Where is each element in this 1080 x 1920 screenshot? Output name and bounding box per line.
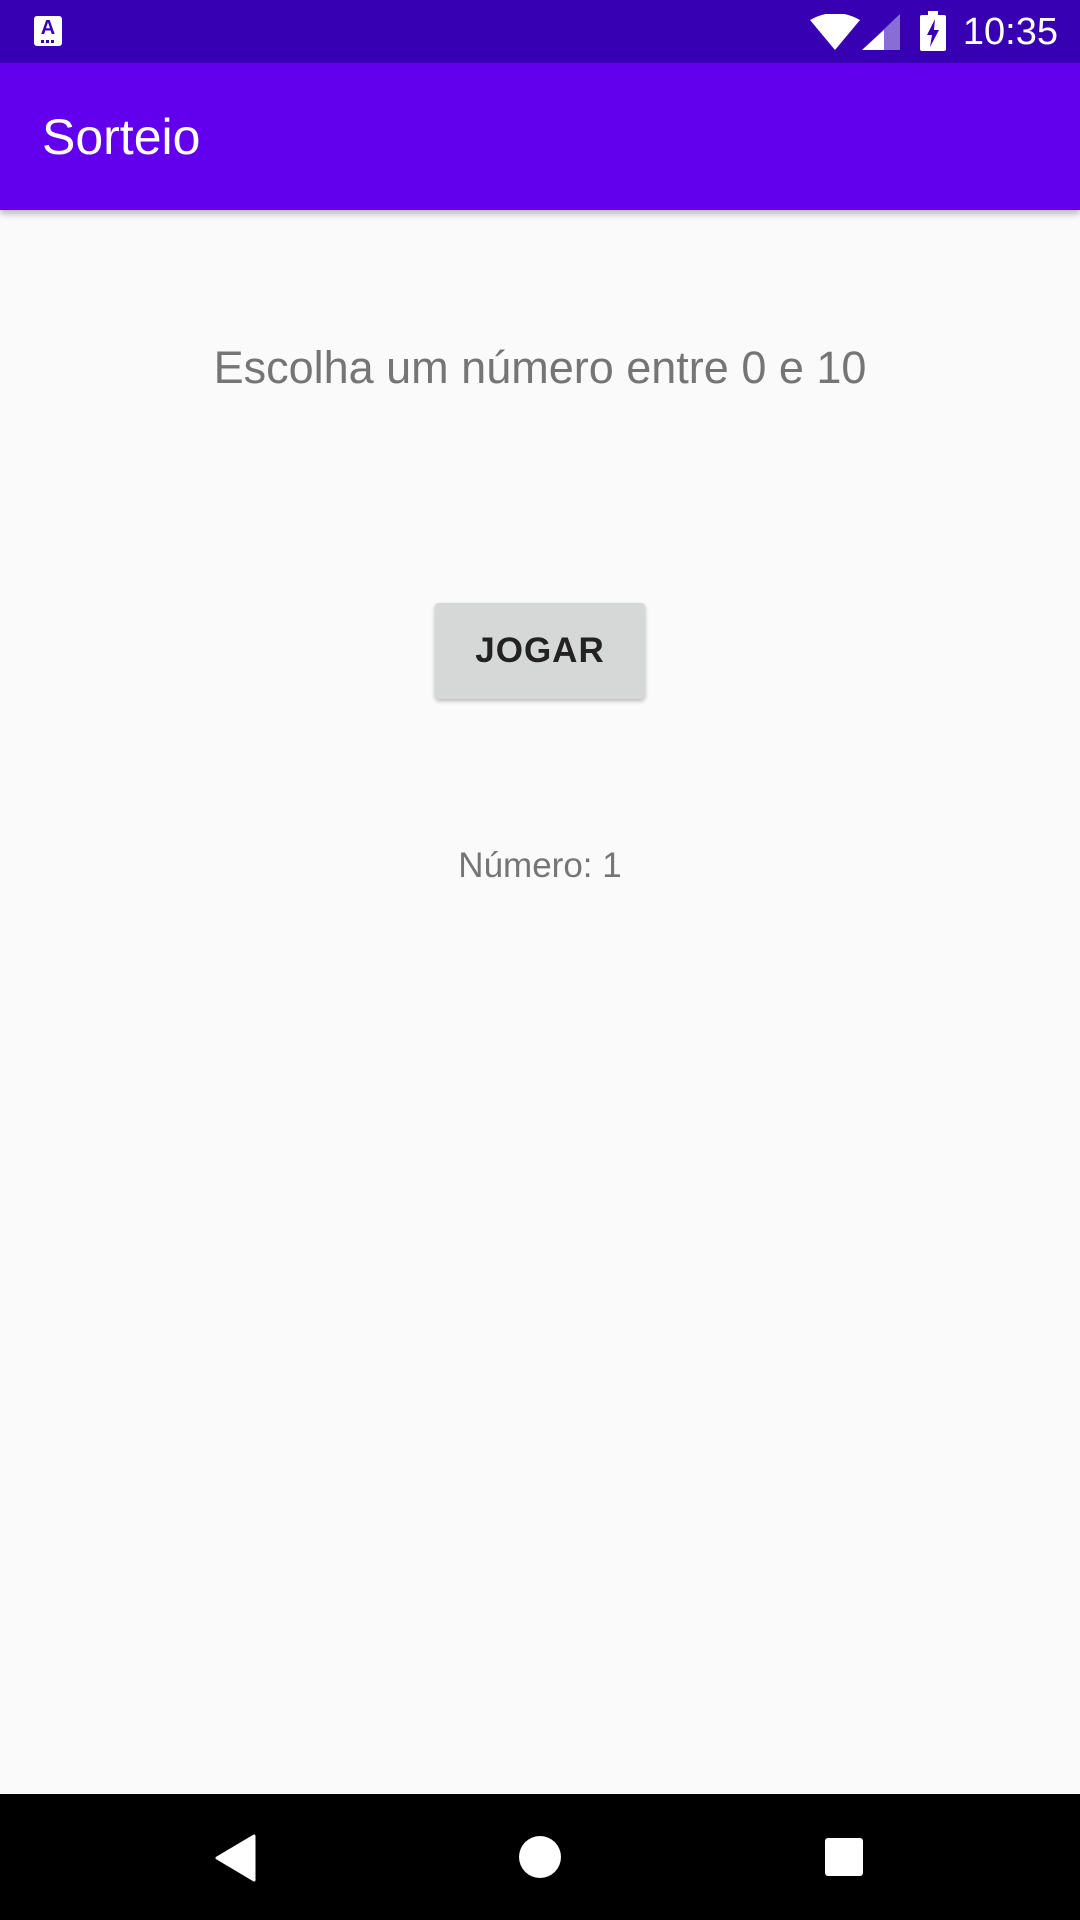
accessibility-notification-icon: A (34, 16, 62, 46)
status-bar: A 10:35 (0, 0, 1080, 63)
status-time: 10:35 (962, 11, 1058, 53)
home-icon[interactable] (518, 1835, 562, 1879)
app-bar: Sorteio (0, 63, 1080, 210)
prompt-text: Escolha um número entre 0 e 10 (213, 342, 867, 393)
back-icon[interactable] (214, 1834, 258, 1882)
recents-icon[interactable] (824, 1837, 864, 1877)
battery-charging-icon (920, 11, 946, 51)
play-button[interactable]: JOGAR (435, 603, 645, 699)
app-title: Sorteio (42, 109, 201, 165)
navigation-bar (0, 1794, 1080, 1920)
screen: A 10:35 Sorteio Escolha um número entre … (0, 0, 1080, 1920)
wifi-icon (810, 14, 860, 50)
signal-icon (862, 14, 900, 50)
result-text: Número: 1 (458, 846, 622, 885)
